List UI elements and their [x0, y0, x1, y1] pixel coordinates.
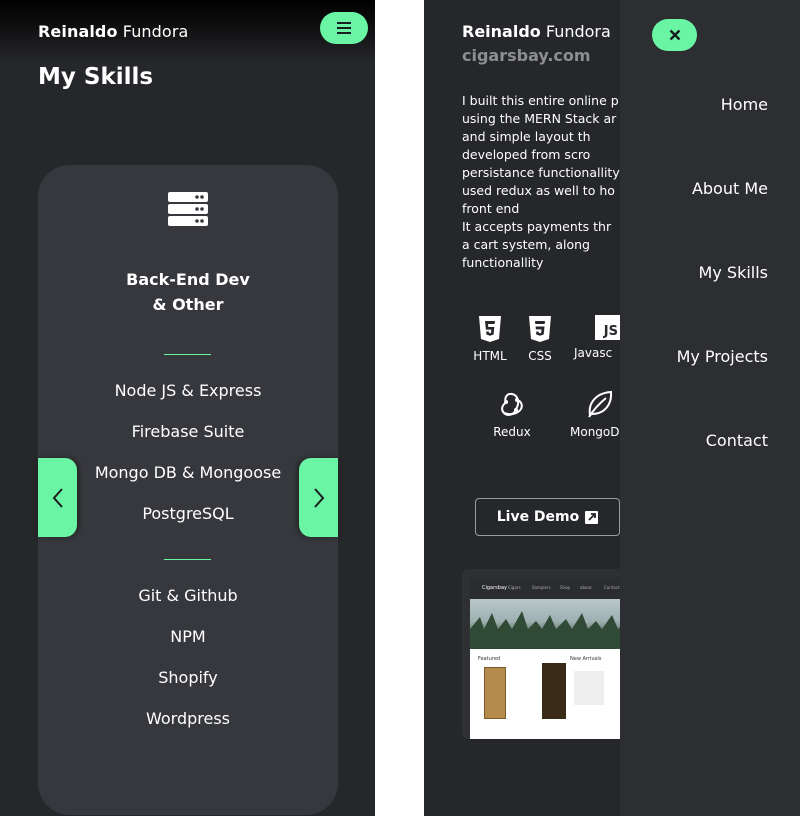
- tech-label: Javasc: [574, 346, 613, 360]
- brand-logo[interactable]: Reinaldo Fundora: [462, 22, 611, 41]
- tech-label: CSS: [528, 349, 552, 363]
- chevron-left-icon: [52, 487, 63, 508]
- close-menu-button[interactable]: [652, 19, 697, 51]
- skill-item: Mongo DB & Mongoose: [94, 463, 282, 482]
- skill-item: NPM: [170, 627, 206, 646]
- skill-item: Wordpress: [145, 709, 231, 728]
- chevron-right-icon: [313, 487, 324, 508]
- preview-featured-label: Featured: [478, 656, 501, 662]
- live-demo-label: Live Demo: [496, 509, 580, 525]
- brand-last-name: Fundora: [122, 22, 189, 41]
- tech-label: MongoD: [570, 425, 620, 439]
- tech-redux: Redux: [492, 389, 532, 439]
- next-slide-button[interactable]: [299, 458, 338, 537]
- tech-label: HTML: [473, 349, 507, 363]
- nav-item-my-projects[interactable]: My Projects: [677, 347, 768, 366]
- external-link-icon: [585, 510, 599, 524]
- brand-first-name: Reinaldo: [462, 22, 541, 41]
- card-title-line1: Back-End Dev: [126, 270, 250, 289]
- tech-label: Redux: [493, 425, 531, 439]
- page-title: My Skills: [38, 64, 154, 90]
- live-demo-button[interactable]: Live Demo: [475, 498, 620, 536]
- preview-site-name: Cigarsbay: [482, 585, 507, 591]
- nav-drawer: Home About Me My Skills My Projects Cont…: [620, 0, 800, 816]
- tech-css: CSS: [522, 315, 558, 363]
- preview-nav-item: about: [580, 585, 592, 590]
- close-icon: [669, 29, 680, 41]
- leaf-icon: [588, 390, 613, 418]
- javascript-icon: JS: [595, 315, 620, 340]
- skill-item: Firebase Suite: [131, 422, 245, 441]
- preview-nav-item: Samplers: [532, 585, 551, 590]
- divider: [164, 559, 211, 560]
- server-icon: [168, 192, 208, 226]
- nav-item-contact[interactable]: Contact: [706, 431, 768, 450]
- skill-card: Back-End Dev & Other Node JS & Express F…: [38, 165, 338, 815]
- tech-javascript: JS Javasc: [574, 315, 624, 360]
- preview-cigar: [542, 663, 566, 719]
- html5-icon: [479, 316, 501, 342]
- nav-item-home[interactable]: Home: [721, 95, 768, 114]
- preview-cigar-box: [484, 667, 506, 719]
- screen-gap: [375, 0, 424, 816]
- preview-nav-item: Shop: [560, 585, 571, 590]
- nav-item-my-skills[interactable]: My Skills: [699, 263, 768, 282]
- divider: [164, 354, 211, 355]
- card-title-line2: & Other: [152, 295, 224, 314]
- skills-screen: Reinaldo Fundora My Skills Back-End Dev …: [0, 0, 375, 816]
- skill-item: PostgreSQL: [142, 504, 234, 523]
- menu-button[interactable]: [320, 12, 368, 44]
- skill-item: Node JS & Express: [114, 381, 262, 400]
- brand-last-name: Fundora: [545, 22, 611, 41]
- tech-mongodb: MongoD: [570, 389, 620, 439]
- hamburger-icon: [337, 22, 351, 34]
- brand-logo[interactable]: Reinaldo Fundora: [38, 22, 188, 41]
- skill-item: Shopify: [158, 668, 218, 687]
- preview-nav-item: Contact: [604, 585, 620, 590]
- nav-item-about-me[interactable]: About Me: [692, 179, 768, 198]
- project-title: cigarsbay.com: [462, 46, 591, 65]
- tech-html: HTML: [472, 315, 508, 363]
- skill-item: Git & Github: [138, 586, 238, 605]
- previous-slide-button[interactable]: [38, 458, 77, 537]
- brand-first-name: Reinaldo: [38, 22, 118, 41]
- preview-new-arrivals-label: New Arrivals: [570, 656, 602, 662]
- redux-icon: [501, 392, 523, 416]
- preview-product-card: [574, 671, 604, 705]
- css3-icon: [529, 316, 551, 342]
- preview-nav-item: Cigars: [508, 585, 521, 590]
